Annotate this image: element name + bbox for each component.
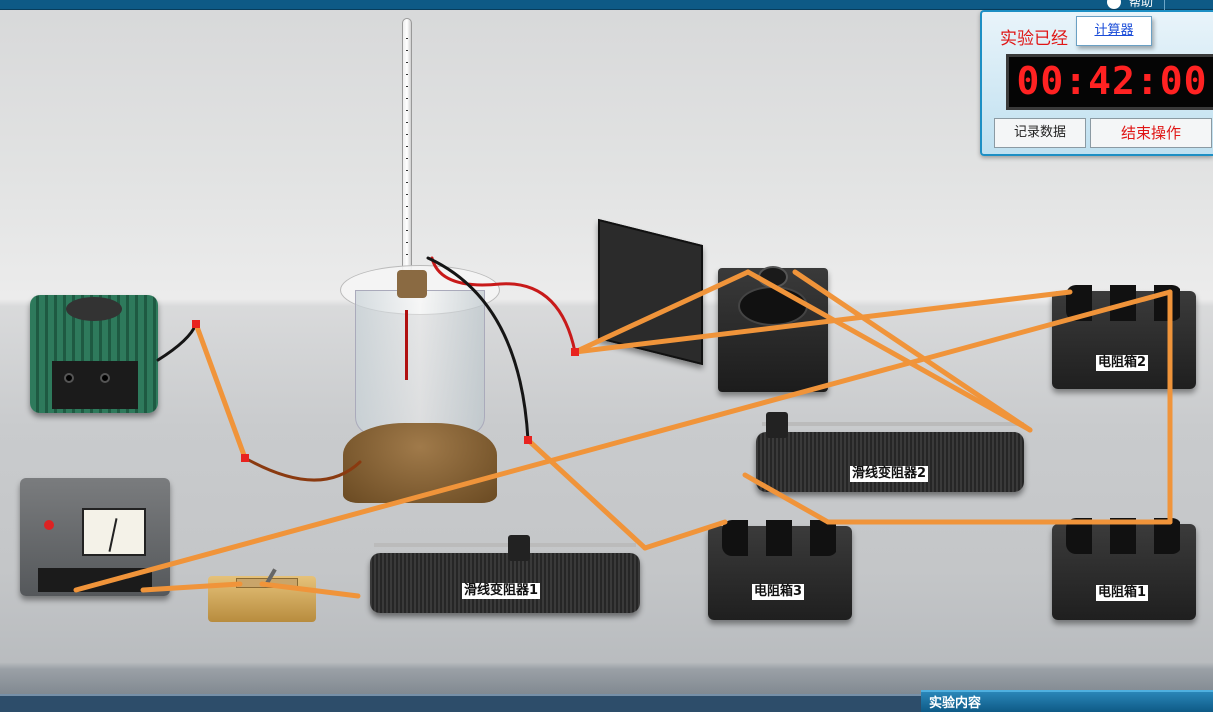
slide-rheostat-2[interactable]: 滑线变阻器2 xyxy=(752,410,1044,510)
resistance-box-3-label: 电阻箱3 xyxy=(752,584,805,600)
terminal-marker xyxy=(192,320,200,328)
resistance-box-2-label: 电阻箱2 xyxy=(1096,355,1149,371)
wire-segment xyxy=(193,321,248,461)
resistance-box-2[interactable]: 电阻箱2 xyxy=(1052,285,1196,390)
floor-strip xyxy=(0,694,921,712)
timer-panel: 实验已经 计算器 00:42:00 记录数据 结束操作 xyxy=(980,10,1213,156)
wire-segment xyxy=(525,437,648,551)
regulator-wire xyxy=(156,322,198,362)
resistance-box-3[interactable]: 电阻箱3 xyxy=(708,520,852,622)
knife-switch[interactable] xyxy=(208,568,316,624)
thermometer[interactable] xyxy=(400,18,414,278)
resistance-box-1-label: 电阻箱1 xyxy=(1096,585,1149,601)
voltage-regulator[interactable] xyxy=(30,295,158,420)
calculator-button[interactable]: 计算器 xyxy=(1076,16,1152,46)
lab-workbench: 滑线变阻器1 滑线变阻器2 电阻箱2 电阻箱3 电阻箱1 帮助 实验已经 计算器… xyxy=(0,0,1213,712)
voltmeter[interactable] xyxy=(20,478,170,600)
wire-segment xyxy=(792,269,1033,433)
help-link[interactable]: 帮助 xyxy=(1129,0,1153,10)
slide-rheostat-2-label: 滑线变阻器2 xyxy=(850,466,929,482)
help-icon[interactable] xyxy=(1107,0,1121,9)
elapsed-time-display: 00:42:00 xyxy=(1006,54,1213,110)
end-operation-button[interactable]: 结束操作 xyxy=(1090,118,1212,148)
slide-rheostat-1-label: 滑线变阻器1 xyxy=(462,583,541,599)
divider xyxy=(1164,0,1165,10)
top-bar: 帮助 xyxy=(0,0,1213,10)
terminal-marker xyxy=(571,348,579,356)
water-bath-beaker[interactable] xyxy=(335,265,505,515)
record-data-button[interactable]: 记录数据 xyxy=(994,118,1086,148)
terminal-marker xyxy=(241,454,249,462)
resistance-box-1[interactable]: 电阻箱1 xyxy=(1052,518,1196,622)
experiment-content-tab[interactable]: 实验内容 xyxy=(921,690,1213,712)
terminal-marker xyxy=(524,436,532,444)
experiment-status-text: 实验已经 xyxy=(1000,29,1068,49)
slide-rheostat-1[interactable]: 滑线变阻器1 xyxy=(362,535,654,625)
galvanometer-box[interactable] xyxy=(598,218,830,397)
